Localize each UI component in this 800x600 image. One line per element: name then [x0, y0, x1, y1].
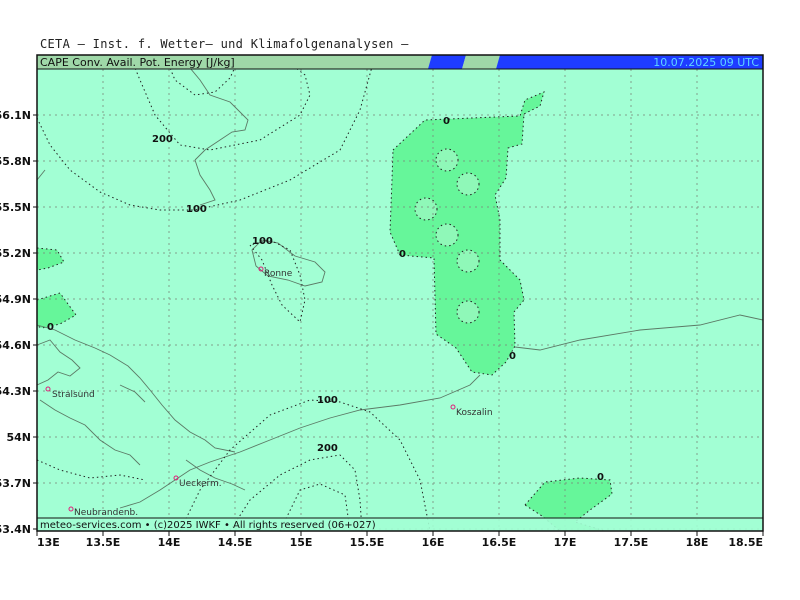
lat-tick-label: 55.2N	[0, 247, 31, 260]
contour-label: 0	[399, 249, 406, 260]
contour-label: 100	[252, 236, 273, 247]
footer-bar: meteo-services.com • (c)2025 IWKF • All …	[37, 517, 763, 531]
lat-tick-label: 55.8N	[0, 155, 31, 168]
contour-label: 0	[509, 351, 516, 362]
lat-tick-label: 53.7N	[0, 477, 31, 490]
valid-time: 10.07.2025 09 UTC	[653, 56, 759, 69]
credit-text: meteo-services.com • (c)2025 IWKF • All …	[40, 520, 376, 531]
title-bar: CAPE Conv. Avail. Pot. Energy [J/kg] 10.…	[36, 54, 764, 70]
lon-tick-label: 15E	[290, 536, 313, 549]
contour-label: 200	[152, 134, 173, 145]
lat-tick-label: 53.4N	[0, 523, 31, 536]
city-label: Koszalin	[456, 408, 493, 418]
city-label: Ronne	[264, 269, 293, 279]
contour-label: 200	[317, 443, 338, 454]
lon-tick-label: 17E	[554, 536, 577, 549]
lon-tick-label: 16.5E	[482, 536, 517, 549]
city-label: Neubrandenb.	[74, 508, 138, 518]
city-label: Stralsund	[52, 390, 95, 400]
lon-tick-label: 18.5E	[728, 536, 763, 549]
lon-tick-label: 18E	[686, 536, 709, 549]
lon-tick-label: 17.5E	[614, 536, 649, 549]
city-label: Ueckerm.	[179, 479, 222, 489]
lat-tick-label: 54N	[6, 431, 31, 444]
cape-map: 200 100 100 0 0 0 0 100 200 0 Ronne Stra…	[0, 54, 764, 549]
contour-label: 0	[597, 472, 604, 483]
lon-tick-label: 15.5E	[350, 536, 385, 549]
lat-tick-label: 54.3N	[0, 385, 31, 398]
contour-label: 0	[443, 116, 450, 127]
contour-label: 100	[186, 204, 207, 215]
contour-label: 100	[317, 395, 338, 406]
lat-tick-label: 54.9N	[0, 293, 31, 306]
lon-tick-label: 13.5E	[86, 536, 121, 549]
lon-tick-label: 13E	[37, 536, 60, 549]
latitude-axis: 56.1N 55.8N 55.5N 55.2N 54.9N 54.6N 54.3N 54N 53…	[0, 109, 37, 536]
lon-tick-label: 14E	[158, 536, 181, 549]
lon-tick-label: 14.5E	[218, 536, 253, 549]
lat-tick-label: 56.1N	[0, 109, 31, 122]
longitude-axis: 13E 13.5E 14E 14.5E 15E 15.5E 16E 16.5E 17E 17.5E…	[36, 531, 764, 549]
lat-tick-label: 55.5N	[0, 201, 31, 214]
lon-tick-label: 16E	[422, 536, 445, 549]
contour-label: 0	[47, 322, 54, 333]
lat-tick-label: 54.6N	[0, 339, 31, 352]
parameter-title: CAPE Conv. Avail. Pot. Energy [J/kg]	[40, 56, 235, 69]
map-background	[37, 55, 763, 531]
